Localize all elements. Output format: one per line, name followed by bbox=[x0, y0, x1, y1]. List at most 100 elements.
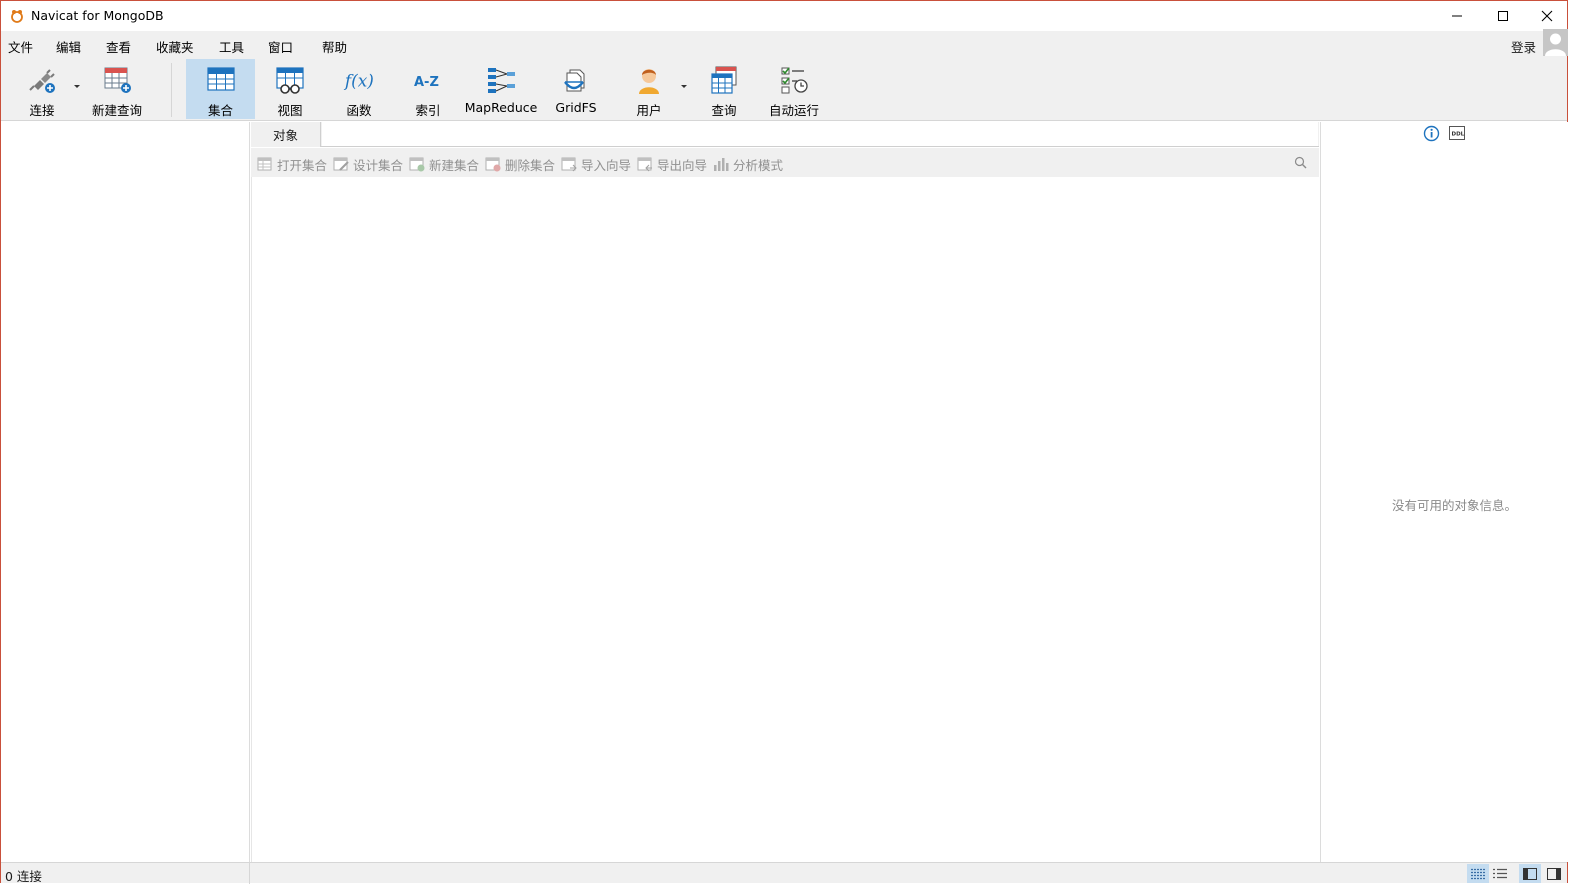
connection-count: 0 连接 bbox=[5, 869, 42, 884]
show-left-pane-button[interactable] bbox=[1519, 864, 1541, 883]
new-collection-icon bbox=[409, 157, 425, 172]
toolbar-label-mapreduce: MapReduce bbox=[464, 100, 538, 115]
app-window: Navicat for MongoDB 文件 编辑 查看 收藏夹 工具 窗口 帮… bbox=[0, 0, 1568, 884]
no-object-info-text: 没有可用的对象信息。 bbox=[1391, 498, 1517, 513]
open-collection-icon bbox=[257, 157, 272, 171]
menu-file[interactable]: 文件 bbox=[8, 37, 33, 56]
grid-view-button[interactable] bbox=[1467, 864, 1489, 883]
window-title: Navicat for MongoDB bbox=[31, 8, 164, 23]
status-bar: 0 连接 bbox=[1, 862, 1567, 884]
delete-collection-button[interactable]: 删除集合 bbox=[485, 155, 555, 174]
menu-tools[interactable]: 工具 bbox=[219, 37, 244, 56]
list-view-button[interactable] bbox=[1489, 864, 1511, 883]
indexes-button[interactable]: A-Z 索引 bbox=[406, 59, 450, 119]
avatar[interactable] bbox=[1543, 29, 1568, 56]
toolbar-label-functions: 函数 bbox=[346, 103, 372, 118]
show-right-pane-button[interactable] bbox=[1543, 864, 1565, 883]
import-wizard-button[interactable]: 导入向导 bbox=[561, 155, 631, 174]
new-query-icon bbox=[104, 67, 131, 93]
queries-button[interactable]: 查询 bbox=[701, 59, 747, 119]
close-icon bbox=[1541, 10, 1553, 22]
tab-strip-blank bbox=[322, 122, 1318, 146]
login-link[interactable]: 登录 bbox=[1511, 37, 1536, 56]
menu-window[interactable]: 窗口 bbox=[268, 37, 293, 56]
automation-icon bbox=[781, 67, 808, 94]
design-collection-label: 设计集合 bbox=[353, 158, 404, 173]
automation-button[interactable]: 自动运行 bbox=[766, 59, 822, 119]
right-pane-icon bbox=[1547, 867, 1561, 880]
mapreduce-icon bbox=[488, 68, 515, 93]
user-avatar-icon bbox=[1543, 29, 1568, 56]
views-button[interactable]: 视图 bbox=[266, 59, 314, 119]
bar-chart-icon bbox=[714, 158, 729, 171]
analyze-schema-label: 分析模式 bbox=[733, 158, 784, 173]
new-query-button[interactable]: 新建查询 bbox=[89, 59, 145, 119]
menu-edit[interactable]: 编辑 bbox=[56, 37, 81, 56]
plug-icon bbox=[29, 69, 55, 93]
new-collection-label: 新建集合 bbox=[429, 158, 480, 173]
connection-tree-pane[interactable] bbox=[1, 122, 250, 862]
toolbar-label-new-query: 新建查询 bbox=[91, 103, 142, 118]
index-icon: A-Z bbox=[414, 75, 439, 90]
toolbar-label-gridfs: GridFS bbox=[555, 100, 597, 115]
export-wizard-label: 导出向导 bbox=[657, 158, 708, 173]
new-collection-button[interactable]: 新建集合 bbox=[409, 155, 479, 174]
users-dropdown-icon[interactable] bbox=[681, 85, 687, 88]
minimize-button[interactable] bbox=[1434, 1, 1480, 31]
navicat-logo-icon bbox=[11, 10, 23, 23]
info-icon[interactable] bbox=[1423, 125, 1440, 142]
ddl-icon-label: DDL bbox=[1452, 132, 1465, 138]
tab-objects[interactable]: 对象 bbox=[251, 122, 321, 147]
toolbar-label-indexes: 索引 bbox=[415, 103, 441, 118]
object-toolbar: 打开集合 设计集合 新建集合 删除集合 导入向导 导出向导 分析模式 bbox=[251, 148, 1319, 177]
delete-collection-label: 删除集合 bbox=[505, 158, 556, 173]
tab-objects-label: 对象 bbox=[272, 128, 298, 143]
view-icon bbox=[276, 67, 304, 94]
menu-help[interactable]: 帮助 bbox=[322, 37, 347, 56]
users-button[interactable]: 用户 bbox=[626, 59, 672, 119]
index-glyph: A-Z bbox=[414, 75, 439, 90]
menu-view[interactable]: 查看 bbox=[106, 37, 131, 56]
user-icon bbox=[639, 69, 659, 94]
menu-favorites[interactable]: 收藏夹 bbox=[156, 37, 194, 56]
main-toolbar: 连接 新建查询 集合 视图 f(x) 函数 A-Z 索引 MapReduce G… bbox=[1, 57, 1567, 121]
object-list-area[interactable] bbox=[251, 177, 1319, 862]
toolbar-label-collections: 集合 bbox=[207, 103, 233, 118]
open-collection-button[interactable]: 打开集合 bbox=[257, 155, 327, 174]
import-wizard-label: 导入向导 bbox=[581, 158, 632, 173]
export-wizard-icon bbox=[637, 157, 652, 172]
design-collection-icon bbox=[333, 157, 349, 171]
list-view-icon bbox=[1493, 868, 1507, 878]
toolbar-label-users: 用户 bbox=[636, 103, 662, 118]
toolbar-label-views: 视图 bbox=[277, 103, 303, 118]
analyze-schema-button[interactable]: 分析模式 bbox=[713, 155, 783, 174]
open-collection-label: 打开集合 bbox=[277, 158, 328, 173]
tab-strip: 对象 bbox=[251, 122, 1319, 147]
collection-icon bbox=[206, 67, 235, 91]
title-bar: Navicat for MongoDB bbox=[1, 1, 1567, 31]
ddl-icon[interactable]: DDL bbox=[1449, 126, 1465, 140]
gridfs-button[interactable]: GridFS bbox=[553, 59, 599, 119]
toolbar-separator bbox=[171, 63, 172, 117]
close-button[interactable] bbox=[1524, 1, 1570, 31]
query-icon bbox=[711, 66, 737, 94]
maximize-button[interactable] bbox=[1480, 1, 1526, 31]
delete-collection-icon bbox=[485, 157, 501, 172]
connect-dropdown-icon[interactable] bbox=[74, 85, 80, 88]
design-collection-button[interactable]: 设计集合 bbox=[333, 155, 403, 174]
minimize-icon bbox=[1452, 15, 1462, 17]
toolbar-label-connect: 连接 bbox=[29, 103, 55, 118]
status-separator bbox=[249, 863, 250, 884]
functions-button[interactable]: f(x) 函数 bbox=[337, 59, 381, 119]
toolbar-label-queries: 查询 bbox=[711, 103, 737, 118]
left-pane-icon bbox=[1523, 867, 1537, 880]
menu-bar: 文件 编辑 查看 收藏夹 工具 窗口 帮助 登录 bbox=[1, 31, 1567, 57]
grid-view-icon bbox=[1471, 868, 1485, 879]
function-icon: f(x) bbox=[343, 71, 374, 91]
collections-button[interactable]: 集合 bbox=[186, 59, 255, 119]
export-wizard-button[interactable]: 导出向导 bbox=[637, 155, 707, 174]
connect-button[interactable]: 连接 bbox=[19, 59, 65, 119]
import-wizard-icon bbox=[561, 157, 577, 172]
mapreduce-button[interactable]: MapReduce bbox=[465, 59, 537, 119]
search-icon[interactable] bbox=[1294, 156, 1307, 169]
